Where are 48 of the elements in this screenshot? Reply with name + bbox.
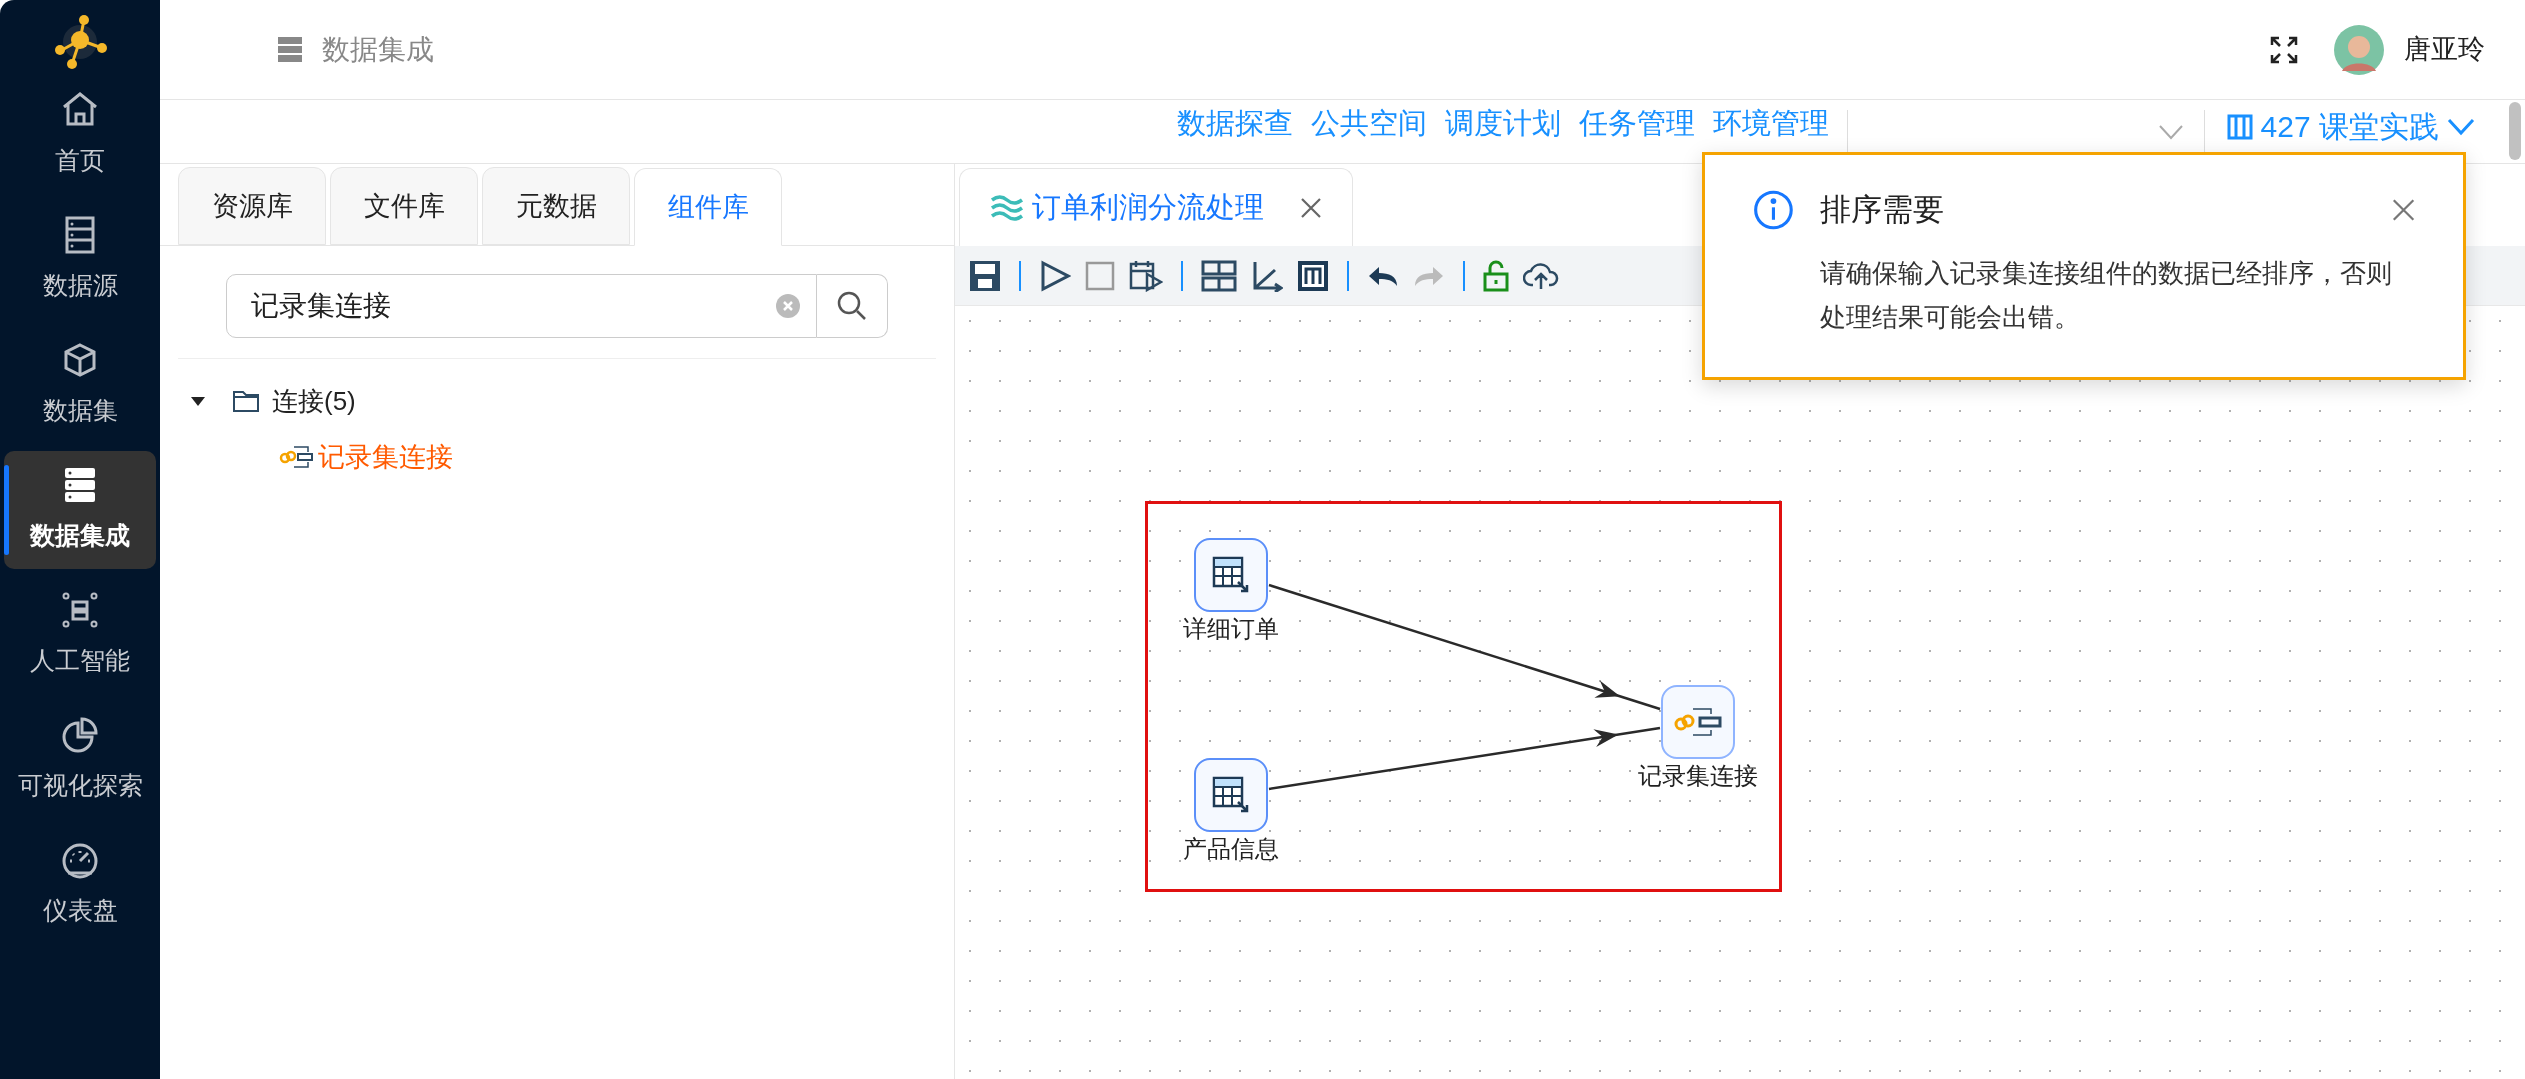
save-icon[interactable] [969,259,1001,292]
tab[interactable]: 资源库 [178,167,326,245]
node-label: 记录集连接 [1638,761,1758,791]
axis-icon[interactable] [1251,259,1283,292]
node-label: 详细订单 [1183,614,1279,644]
search-icon [837,291,867,321]
join-icon [278,444,314,470]
folder-icon [232,389,260,413]
sidebar-item[interactable]: 数据集成 [4,451,156,569]
search-button[interactable] [817,274,888,338]
component-node[interactable] [1194,758,1268,832]
fullscreen-icon[interactable] [2270,35,2298,64]
scrollbar-thumb[interactable] [2509,102,2521,160]
component-node[interactable] [1194,538,1268,612]
notification-title: 排序需要 [1819,191,1945,229]
tab[interactable]: 文件库 [330,167,478,245]
tree-item[interactable]: 连接(5) [272,381,356,421]
join-icon [1673,706,1723,738]
user-name[interactable]: 唐亚玲 [2404,29,2485,70]
table-icon [1211,555,1251,595]
notification-message: 请确保输入记录集连接组件的数据已经排序，否则处理结果可能会出错。 [1819,257,2392,334]
tab[interactable]: 元数据 [482,167,630,245]
grid-icon [2226,113,2253,140]
waves-icon [990,194,1024,221]
close-icon[interactable] [2391,197,2415,223]
stop-icon[interactable] [1085,260,1115,291]
layout-icon[interactable] [1201,259,1237,292]
component-node[interactable] [1661,685,1735,759]
table-icon [1211,775,1251,815]
close-icon[interactable] [1300,196,1322,219]
sidebar-item[interactable]: 数据集 [4,326,156,444]
node-label: 产品信息 [1183,834,1279,864]
unlock-icon[interactable] [1483,259,1509,292]
sidebar-item[interactable]: 人工智能 [4,576,156,694]
sidebar-item[interactable]: 首页 [4,76,156,194]
breadcrumb: 数据集成 [322,32,434,67]
play-icon[interactable] [1039,259,1071,292]
module-icon[interactable] [1297,259,1329,292]
tab[interactable]: 组件库 [634,168,782,246]
schedule-run-icon[interactable] [1129,259,1163,292]
cloud-upload-icon[interactable] [1523,260,1559,291]
sidebar-item[interactable]: 可视化探索 [4,701,156,819]
sidebar-item[interactable]: 数据源 [4,201,156,319]
chevron-down-icon [2447,117,2475,136]
server-icon [278,36,302,63]
editor-tab[interactable]: 订单利润分流处理 [959,168,1353,246]
sidebar-item[interactable]: 仪表盘 [4,826,156,944]
avatar[interactable] [2334,24,2384,75]
